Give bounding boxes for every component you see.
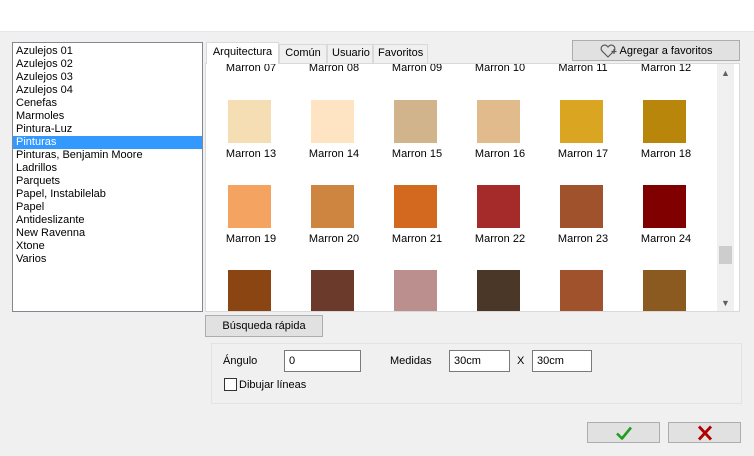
measure-height-input[interactable]: 30cm xyxy=(532,350,592,372)
draw-lines-checkbox[interactable] xyxy=(224,378,237,391)
swatch-label: Marron 13 xyxy=(225,148,277,160)
color-swatch[interactable] xyxy=(228,185,271,228)
angle-label: Ángulo xyxy=(223,355,258,367)
color-swatch[interactable] xyxy=(394,270,437,311)
color-swatch[interactable] xyxy=(394,185,437,228)
title-bar xyxy=(0,0,754,32)
measure-width-input[interactable]: 30cm xyxy=(449,350,510,372)
angle-input[interactable]: 0 xyxy=(284,350,361,372)
category-list[interactable]: Azulejos 01 Azulejos 02 Azulejos 03 Azulejo… xyxy=(12,42,203,312)
swatch-label: Marron 11 xyxy=(558,63,608,74)
draw-lines-label: Dibujar líneas xyxy=(239,379,307,391)
list-item[interactable]: Azulejos 01 xyxy=(13,45,202,58)
tab-usuario[interactable]: Usuario xyxy=(327,44,373,63)
scroll-thumb[interactable] xyxy=(719,246,732,264)
list-item[interactable]: Azulejos 04 xyxy=(13,84,202,97)
scroll-up-icon[interactable]: ▲ xyxy=(717,64,734,81)
swatch-label: Marron 19 xyxy=(225,233,277,245)
list-item[interactable]: Cenefas xyxy=(13,97,202,110)
color-swatch[interactable] xyxy=(311,270,354,311)
tab-arquitectura[interactable]: Arquitectura xyxy=(206,42,279,64)
color-swatch[interactable] xyxy=(311,185,354,228)
list-item[interactable]: Azulejos 02 xyxy=(13,58,202,71)
list-item[interactable]: Antideslizante xyxy=(13,214,202,227)
list-item[interactable]: Papel xyxy=(13,201,202,214)
swatch-label: Marron 24 xyxy=(640,233,692,245)
swatch-grid[interactable]: Marron 07 Marron 08 Marron 09 Marron 10 Marr… xyxy=(205,63,740,312)
list-item[interactable]: Azulejos 03 xyxy=(13,71,202,84)
swatch-label: Marron 14 xyxy=(308,148,360,160)
color-swatch[interactable] xyxy=(643,185,686,228)
close-icon xyxy=(697,425,712,440)
color-swatch[interactable] xyxy=(228,270,271,311)
list-item[interactable]: Ladrillos xyxy=(13,162,202,175)
swatch-label: Marron 12 xyxy=(640,63,692,74)
quick-search-button[interactable]: Búsqueda rápida xyxy=(205,315,323,337)
list-item[interactable]: Pinturas, Benjamin Moore xyxy=(13,149,202,162)
cancel-button[interactable] xyxy=(668,422,741,443)
list-item[interactable]: Pinturas xyxy=(13,136,202,149)
list-item[interactable]: Pintura-Luz xyxy=(13,123,202,136)
tab-favoritos[interactable]: Favoritos xyxy=(373,44,428,63)
swatch-label: Marron 23 xyxy=(557,233,609,245)
list-item[interactable]: Parquets xyxy=(13,175,202,188)
color-swatch[interactable] xyxy=(560,185,603,228)
color-swatch[interactable] xyxy=(560,270,603,311)
swatch-label: Marron 07 xyxy=(225,63,277,74)
scroll-down-icon[interactable]: ▼ xyxy=(717,294,734,311)
swatch-label: Marron 08 xyxy=(308,63,360,74)
measure-separator: X xyxy=(517,355,525,367)
list-item[interactable]: Papel, Instabilelab xyxy=(13,188,202,201)
swatch-label: Marron 20 xyxy=(308,233,360,245)
vertical-scrollbar[interactable]: ▲ ▼ xyxy=(717,64,734,311)
swatch-label: Marron 22 xyxy=(474,233,526,245)
swatch-label: Marron 21 xyxy=(391,233,443,245)
add-to-favorites-button[interactable]: Agregar a favoritos xyxy=(572,40,740,61)
color-swatch[interactable] xyxy=(643,100,686,143)
swatch-label: Marron 15 xyxy=(391,148,443,160)
color-swatch[interactable] xyxy=(560,100,603,143)
color-swatch[interactable] xyxy=(477,270,520,311)
list-item[interactable]: Xtone xyxy=(13,240,202,253)
measures-label: Medidas xyxy=(390,355,432,367)
color-swatch[interactable] xyxy=(228,100,271,143)
list-item[interactable]: New Ravenna xyxy=(13,227,202,240)
list-item[interactable]: Marmoles xyxy=(13,110,202,123)
swatch-label: Marron 10 xyxy=(474,63,526,74)
swatch-label: Marron 16 xyxy=(474,148,526,160)
swatch-label: Marron 17 xyxy=(557,148,609,160)
check-icon xyxy=(615,426,632,440)
tab-comun[interactable]: Común xyxy=(279,44,327,63)
color-swatch[interactable] xyxy=(477,185,520,228)
ok-button[interactable] xyxy=(587,422,660,443)
color-swatch[interactable] xyxy=(477,100,520,143)
color-swatch[interactable] xyxy=(311,100,354,143)
color-swatch[interactable] xyxy=(394,100,437,143)
swatch-label: Marron 09 xyxy=(391,63,443,74)
add-to-favorites-label: Agregar a favoritos xyxy=(619,44,713,57)
swatch-label: Marron 18 xyxy=(640,148,692,160)
list-item[interactable]: Varios xyxy=(13,253,202,266)
color-swatch[interactable] xyxy=(643,270,686,311)
heart-plus-icon xyxy=(600,44,617,58)
